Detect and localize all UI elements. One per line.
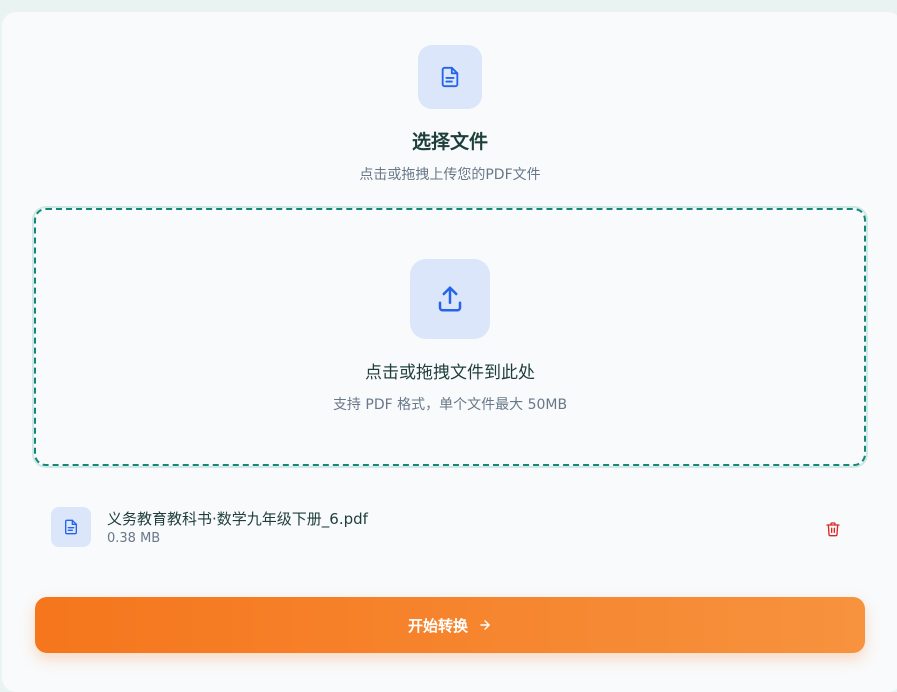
file-icon [51, 507, 91, 547]
selected-file-item: 义务教育教科书·数学九年级下册_6.pdf 0.38 MB [34, 497, 866, 557]
start-convert-button[interactable]: 开始转换 [35, 597, 865, 653]
trash-icon [826, 522, 840, 537]
delete-file-button[interactable] [822, 518, 844, 540]
page-subtitle: 点击或拖拽上传您的PDF文件 [359, 167, 541, 183]
arrow-right-icon [478, 618, 492, 632]
start-convert-label: 开始转换 [407, 616, 468, 635]
upload-icon[interactable] [410, 259, 490, 339]
file-size: 0.38 MB [107, 531, 161, 546]
dropzone-title: 点击或拖拽文件到此处 [365, 363, 535, 383]
document-icon [418, 45, 482, 109]
page-title: 选择文件 [411, 131, 488, 153]
file-name: 义务教育教科书·数学九年级下册_6.pdf [107, 510, 368, 528]
dropzone-hint: 支持 PDF 格式，单个文件最大 50MB [332, 397, 568, 413]
